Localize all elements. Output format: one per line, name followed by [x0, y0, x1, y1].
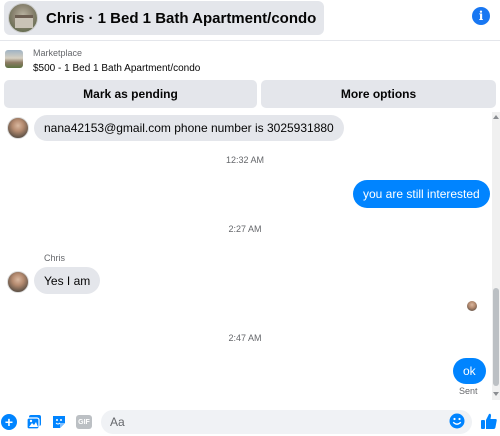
conversation-header: Chris · 1 Bed 1 Bath Apartment/condo i	[0, 0, 500, 38]
timestamp: 2:47 AM	[228, 333, 262, 343]
more-options-button[interactable]: More options	[261, 80, 496, 108]
timestamp: 2:27 AM	[228, 224, 262, 234]
seen-indicator-avatar	[467, 301, 477, 311]
conversation-title-button[interactable]: Chris · 1 Bed 1 Bath Apartment/condo	[4, 1, 325, 35]
plus-icon[interactable]: +	[1, 414, 17, 430]
chris-avatar[interactable]	[7, 117, 29, 139]
message-input-placeholder: Aa	[110, 415, 125, 429]
timestamp: 12:32 AM	[225, 155, 265, 165]
gif-icon[interactable]: GIF	[76, 415, 92, 429]
scroll-up-arrow-icon[interactable]	[493, 115, 499, 119]
info-icon[interactable]: i	[472, 7, 490, 25]
header-divider	[0, 40, 500, 41]
message-bubble-outgoing: ok	[453, 358, 486, 384]
listing-description: $500 - 1 Bed 1 Bath Apartment/condo	[33, 63, 201, 74]
messenger-window: Chris · 1 Bed 1 Bath Apartment/condo i M…	[0, 0, 500, 436]
message-status: Sent	[459, 386, 478, 396]
message-bubble-outgoing: you are still interested	[353, 180, 490, 208]
listing-type: Marketplace	[33, 48, 83, 58]
emoji-icon[interactable]	[449, 413, 465, 429]
conversation-title: Chris · 1 Bed 1 Bath Apartment/condo	[46, 9, 317, 27]
sender-name: Chris	[44, 253, 66, 263]
message-bubble-incoming: nana42153@gmail.com phone number is 3025…	[34, 115, 344, 141]
message-list: nana42153@gmail.com phone number is 3025…	[0, 112, 500, 408]
mark-as-pending-button[interactable]: Mark as pending	[4, 80, 257, 108]
message-input[interactable]: Aa	[101, 410, 472, 434]
listing-avatar	[8, 3, 38, 33]
message-composer: + GIF Aa	[0, 408, 500, 436]
message-bubble-incoming: Yes I am	[34, 267, 101, 294]
scroll-down-arrow-icon[interactable]	[493, 392, 499, 396]
sticker-icon[interactable]	[51, 414, 67, 430]
listing-thumbnail	[5, 50, 23, 68]
marketplace-listing[interactable]: Marketplace $500 - 1 Bed 1 Bath Apartmen…	[0, 44, 500, 78]
scrollbar-thumb[interactable]	[493, 288, 499, 386]
chris-avatar[interactable]	[7, 271, 29, 293]
photo-icon[interactable]	[26, 414, 42, 430]
thumbs-up-icon[interactable]	[480, 412, 498, 430]
